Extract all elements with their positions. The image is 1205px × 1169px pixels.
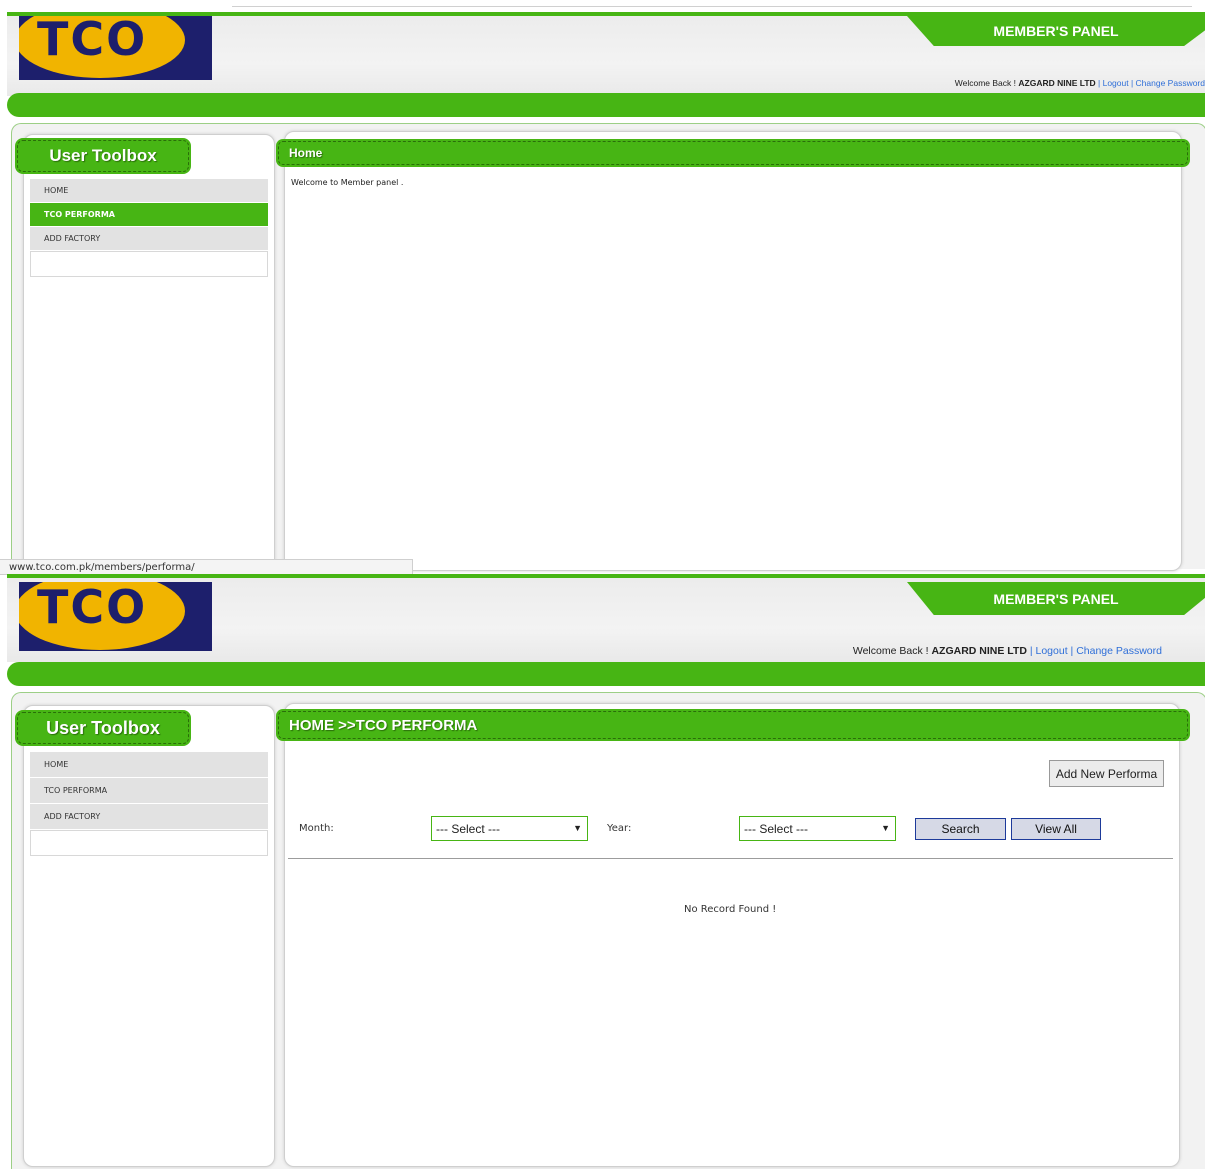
- change-password-link[interactable]: Change Password: [1076, 645, 1162, 657]
- divider: [288, 858, 1173, 859]
- welcome-line: Welcome Back ! AZGARD NINE LTD | Logout …: [853, 645, 1162, 657]
- sidebar-item-home[interactable]: HOME: [30, 179, 268, 203]
- welcome-prefix: Welcome Back !: [852, 645, 932, 657]
- add-new-performa-button[interactable]: Add New Performa: [1049, 760, 1164, 787]
- page-title: Home: [278, 141, 1188, 165]
- logout-link[interactable]: Logout: [1036, 645, 1068, 657]
- month-select-value: --- Select ---: [436, 821, 500, 836]
- sidebar-menu: HOME TCO PERFORMA ADD FACTORY: [30, 752, 268, 856]
- sidebar-item-tco-performa[interactable]: TCO PERFORMA: [30, 203, 268, 227]
- sidebar-item-tco-performa[interactable]: TCO PERFORMA: [30, 778, 268, 804]
- sidebar-title: User Toolbox: [17, 712, 189, 744]
- sidebar-item-add-factory[interactable]: ADD FACTORY: [30, 804, 268, 830]
- main-panel: [284, 131, 1182, 571]
- top-rule: [232, 6, 1192, 7]
- page-title: HOME >>TCO PERFORMA: [278, 711, 1188, 739]
- sidebar-title: User Toolbox: [17, 140, 189, 172]
- nav-bar: [7, 93, 1205, 117]
- separator: |: [1067, 645, 1077, 657]
- user-name: AZGARD NINE LTD: [931, 645, 1027, 657]
- members-panel-tab: MEMBER'S PANEL: [907, 16, 1205, 46]
- month-label: Month:: [299, 823, 334, 834]
- year-label: Year:: [607, 823, 632, 834]
- logout-link[interactable]: Logout: [1103, 78, 1129, 88]
- search-button[interactable]: Search: [915, 818, 1006, 840]
- nav-bar: [7, 662, 1205, 686]
- separator: |: [1026, 645, 1036, 657]
- logo-text: TCO: [37, 582, 148, 634]
- view-all-button[interactable]: View All: [1011, 818, 1101, 840]
- sidebar-item-add-factory[interactable]: ADD FACTORY: [30, 227, 268, 251]
- sidebar-menu: HOME TCO PERFORMA ADD FACTORY: [30, 179, 268, 277]
- change-password-link[interactable]: Change Password: [1136, 78, 1205, 88]
- tco-logo[interactable]: TCO: [19, 16, 212, 80]
- welcome-message: Welcome to Member panel .: [291, 178, 404, 187]
- welcome-line: Welcome Back ! AZGARD NINE LTD | Logout …: [955, 78, 1205, 88]
- user-name: AZGARD NINE LTD: [1018, 78, 1096, 88]
- separator: |: [1095, 78, 1103, 88]
- sidebar-item-empty: [30, 830, 268, 856]
- tco-logo[interactable]: TCO: [19, 582, 212, 651]
- status-bar-url: www.tco.com.pk/members/performa/: [0, 559, 413, 575]
- sidebar-item-home[interactable]: HOME: [30, 752, 268, 778]
- year-select[interactable]: --- Select --- ▼: [739, 816, 896, 841]
- main-panel: [284, 703, 1180, 1167]
- dropdown-arrow-icon: ▼: [881, 823, 890, 833]
- header: TCO MEMBER'S PANEL Welcome Back ! AZGARD…: [7, 574, 1205, 662]
- members-panel-tab: MEMBER'S PANEL: [907, 582, 1205, 615]
- header: TCO MEMBER'S PANEL Welcome Back ! AZGARD…: [7, 12, 1205, 96]
- logo-text: TCO: [37, 16, 148, 66]
- separator: |: [1128, 78, 1136, 88]
- year-select-value: --- Select ---: [744, 821, 808, 836]
- dropdown-arrow-icon: ▼: [573, 823, 582, 833]
- sidebar-item-empty: [30, 251, 268, 277]
- welcome-prefix: Welcome Back !: [954, 78, 1019, 88]
- month-select[interactable]: --- Select --- ▼: [431, 816, 588, 841]
- empty-message: No Record Found !: [684, 904, 777, 915]
